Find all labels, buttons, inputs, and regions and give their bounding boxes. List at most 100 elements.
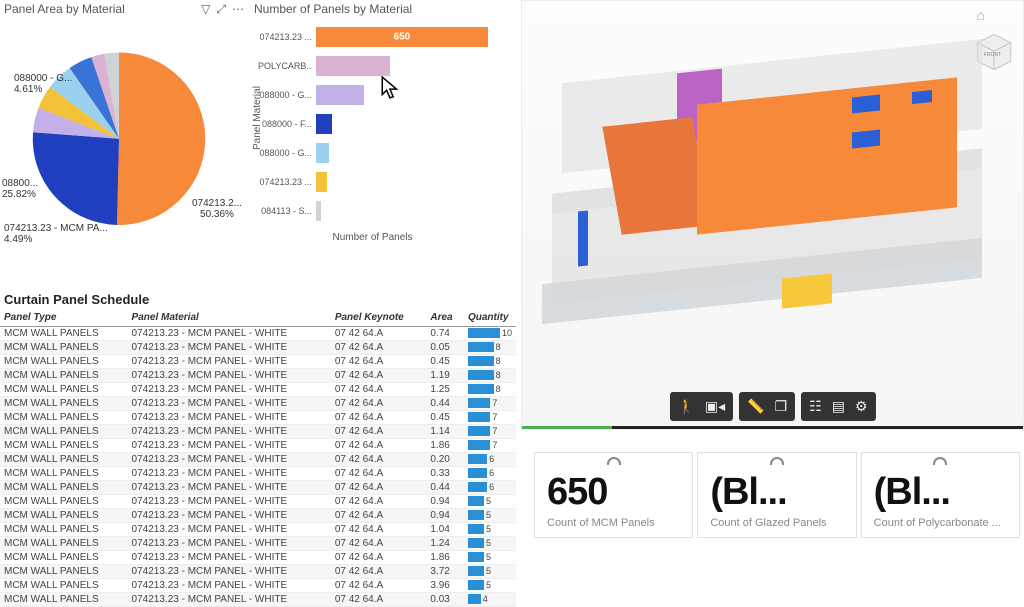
table-row[interactable]: MCM WALL PANELS074213.23 - MCM PANEL - W… — [0, 327, 516, 341]
table-row[interactable]: MCM WALL PANELS074213.23 - MCM PANEL - W… — [0, 411, 516, 425]
table-cell: 0.45 — [426, 411, 464, 425]
table-cell: MCM WALL PANELS — [0, 509, 128, 523]
quantity-bar — [468, 468, 487, 478]
camera-icon[interactable]: ▣◂ — [705, 398, 725, 415]
table-row[interactable]: MCM WALL PANELS074213.23 - MCM PANEL - W… — [0, 355, 516, 369]
table-row[interactable]: MCM WALL PANELS074213.23 - MCM PANEL - W… — [0, 523, 516, 537]
quantity-value: 5 — [486, 580, 491, 590]
bar-row[interactable]: 088000 - G... — [316, 82, 511, 108]
table-cell: 07 42 64.A — [331, 355, 427, 369]
table-row[interactable]: MCM WALL PANELS074213.23 - MCM PANEL - W… — [0, 551, 516, 565]
quantity-bar — [468, 594, 481, 604]
table-row[interactable]: MCM WALL PANELS074213.23 - MCM PANEL - W… — [0, 579, 516, 593]
table-row[interactable]: MCM WALL PANELS074213.23 - MCM PANEL - W… — [0, 467, 516, 481]
quantity-cell: 6 — [464, 467, 516, 481]
model-tree-icon[interactable]: ☷ — [809, 398, 822, 415]
gauge-arc-icon — [770, 457, 784, 465]
table-cell: 074213.23 - MCM PANEL - WHITE — [128, 565, 331, 579]
3d-viewer[interactable]: ⌂ FRONT 🚶 ▣◂ — [521, 0, 1024, 430]
table-row[interactable]: MCM WALL PANELS074213.23 - MCM PANEL - W… — [0, 453, 516, 467]
bar-row[interactable]: POLYCARB... — [316, 53, 511, 79]
quantity-bar — [468, 440, 490, 450]
focus-icon[interactable]: ⤢ — [216, 2, 226, 17]
bar-value-label: 650 — [394, 32, 411, 43]
window-blue — [852, 130, 880, 149]
gauge-arc-icon — [607, 457, 621, 465]
table-row[interactable]: MCM WALL PANELS074213.23 - MCM PANEL - W… — [0, 341, 516, 355]
bar-rect[interactable] — [316, 56, 390, 76]
schedule-table[interactable]: Panel TypePanel MaterialPanel KeynoteAre… — [0, 309, 516, 607]
schedule-header[interactable]: Panel Type — [0, 309, 128, 327]
kpi-card[interactable]: 650Count of MCM Panels — [534, 452, 693, 538]
quantity-cell: 5 — [464, 495, 516, 509]
section-cube-icon[interactable]: ❐ — [775, 398, 788, 415]
quantity-bar — [468, 524, 484, 534]
table-cell: 3.96 — [426, 579, 464, 593]
table-cell: MCM WALL PANELS — [0, 593, 128, 607]
table-row[interactable]: MCM WALL PANELS074213.23 - MCM PANEL - W… — [0, 369, 516, 383]
schedule-title: Curtain Panel Schedule — [0, 290, 516, 309]
schedule-header[interactable]: Panel Keynote — [331, 309, 427, 327]
bar-rect[interactable] — [316, 114, 332, 134]
table-row[interactable]: MCM WALL PANELS074213.23 - MCM PANEL - W… — [0, 593, 516, 607]
table-cell: 0.05 — [426, 341, 464, 355]
quantity-cell: 8 — [464, 383, 516, 397]
properties-icon[interactable]: ▤ — [832, 398, 845, 415]
quantity-cell: 8 — [464, 341, 516, 355]
table-row[interactable]: MCM WALL PANELS074213.23 - MCM PANEL - W… — [0, 537, 516, 551]
bar-row[interactable]: 074213.23 ... — [316, 169, 511, 195]
window-blue — [912, 90, 932, 104]
walk-icon[interactable]: 🚶 — [677, 398, 694, 415]
bar-row[interactable]: 084113 - S... — [316, 198, 511, 224]
quantity-value: 7 — [492, 426, 497, 436]
home-icon[interactable]: ⌂ — [977, 7, 985, 23]
bar-row[interactable]: 074213.23 ...650 — [316, 24, 511, 50]
pie-slice[interactable] — [33, 132, 119, 225]
table-cell: 1.14 — [426, 425, 464, 439]
bar-rect[interactable] — [316, 201, 321, 221]
table-row[interactable]: MCM WALL PANELS074213.23 - MCM PANEL - W… — [0, 425, 516, 439]
table-row[interactable]: MCM WALL PANELS074213.23 - MCM PANEL - W… — [0, 439, 516, 453]
schedule-header[interactable]: Panel Material — [128, 309, 331, 327]
quantity-value: 10 — [502, 328, 512, 338]
quantity-bar — [468, 538, 484, 548]
schedule-header[interactable]: Area — [426, 309, 464, 327]
quantity-bar — [468, 328, 500, 338]
table-cell: 07 42 64.A — [331, 565, 427, 579]
bar-category: 088000 - F... — [258, 119, 312, 129]
bar-category: 074213.23 ... — [258, 177, 312, 187]
table-row[interactable]: MCM WALL PANELS074213.23 - MCM PANEL - W… — [0, 495, 516, 509]
quantity-value: 5 — [486, 566, 491, 576]
quantity-value: 5 — [486, 524, 491, 534]
bar-row[interactable]: 088000 - G... — [316, 140, 511, 166]
table-cell: 074213.23 - MCM PANEL - WHITE — [128, 579, 331, 593]
bar-rect[interactable] — [316, 172, 327, 192]
quantity-bar — [468, 510, 484, 520]
table-cell: MCM WALL PANELS — [0, 565, 128, 579]
table-cell: MCM WALL PANELS — [0, 411, 128, 425]
table-row[interactable]: MCM WALL PANELS074213.23 - MCM PANEL - W… — [0, 509, 516, 523]
table-row[interactable]: MCM WALL PANELS074213.23 - MCM PANEL - W… — [0, 397, 516, 411]
kpi-card[interactable]: (Bl...Count of Polycarbonate ... — [861, 452, 1020, 538]
table-row[interactable]: MCM WALL PANELS074213.23 - MCM PANEL - W… — [0, 565, 516, 579]
table-row[interactable]: MCM WALL PANELS074213.23 - MCM PANEL - W… — [0, 383, 516, 397]
table-row[interactable]: MCM WALL PANELS074213.23 - MCM PANEL - W… — [0, 481, 516, 495]
table-cell: 07 42 64.A — [331, 397, 427, 411]
bar-rect[interactable] — [316, 143, 329, 163]
schedule-header[interactable]: Quantity — [464, 309, 516, 327]
settings-icon[interactable]: ⚙ — [855, 398, 868, 415]
bar-row[interactable]: 088000 - F... — [316, 111, 511, 137]
bar-rect[interactable] — [316, 85, 364, 105]
viewer-toolbar: 🚶 ▣◂ 📏 ❐ ☷ ▤ ⚙ — [669, 392, 875, 421]
table-cell: MCM WALL PANELS — [0, 369, 128, 383]
filter-icon[interactable]: ▽ — [201, 2, 210, 17]
bar-rect[interactable]: 650 — [316, 27, 488, 47]
table-cell: MCM WALL PANELS — [0, 383, 128, 397]
more-icon[interactable]: ⋯ — [232, 2, 244, 17]
table-cell: 07 42 64.A — [331, 411, 427, 425]
table-cell: 074213.23 - MCM PANEL - WHITE — [128, 327, 331, 341]
pie-label-orange-pct: 50.36% — [200, 209, 234, 220]
table-cell: 074213.23 - MCM PANEL - WHITE — [128, 397, 331, 411]
kpi-card[interactable]: (Bl...Count of Glazed Panels — [697, 452, 856, 538]
measure-icon[interactable]: 📏 — [747, 398, 764, 415]
